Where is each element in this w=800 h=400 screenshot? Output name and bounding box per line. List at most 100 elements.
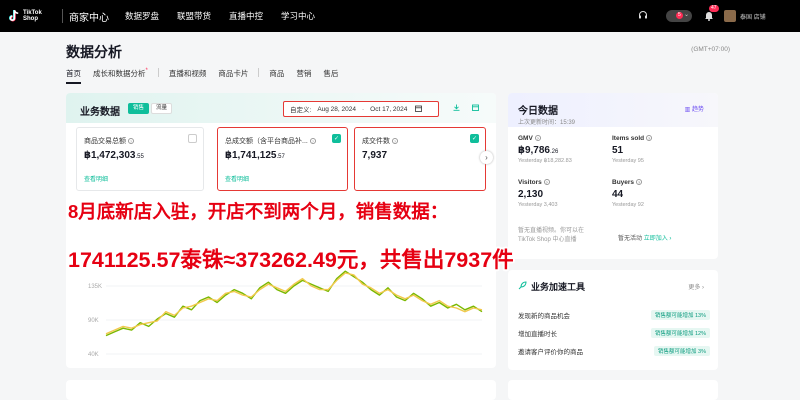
card-value: ฿1,472,303.55	[84, 150, 144, 161]
overlay-caption-line-1: 8月底新店入驻，开店不到两个月，销售数据：	[68, 201, 449, 222]
new-dot-icon: *	[145, 68, 148, 74]
tool-item[interactable]: 邀请客户评价你的商品 销售额可能增加 3%	[518, 346, 710, 358]
chip-sales[interactable]: 销售	[128, 103, 149, 114]
help-icon[interactable]: ?	[534, 135, 541, 141]
metric-yesterday: Yesterday 95	[612, 158, 644, 164]
business-data-title: 业务数据	[80, 107, 120, 118]
metric-items-sold[interactable]: Items sold? 51 Yesterday 95	[612, 135, 702, 164]
today-header: 今日数据 上次更新时间：15:39 ▥ 趋势	[508, 93, 718, 127]
bell-icon[interactable]: 47	[704, 4, 719, 23]
tool-item[interactable]: 增加直播时长 销售额可能增加 12%	[518, 328, 710, 340]
tab-products[interactable]: 商品	[269, 68, 284, 79]
metric-label: Visitors?	[518, 179, 608, 186]
message-button[interactable]: 5 ⌄	[666, 10, 692, 22]
store-name[interactable]: 泰国 店铺	[740, 12, 800, 21]
avatar[interactable]	[724, 10, 736, 22]
metric-label-text: Buyers	[612, 179, 635, 186]
divider	[62, 9, 63, 23]
view-details-link[interactable]: 查看明细	[225, 174, 249, 183]
card-checkbox[interactable]	[188, 134, 197, 143]
metric-value-main: ฿9,786	[518, 145, 550, 156]
card-value-main: ฿1,472,303	[84, 150, 136, 161]
chevron-right-icon: ›	[669, 236, 672, 242]
nav-learning-center[interactable]: 学习中心	[281, 10, 315, 22]
series-line-0	[105, 270, 483, 337]
metric-card-gmv[interactable]: 商品交易总额? ฿1,472,303.55 查看明细	[76, 127, 204, 191]
help-icon[interactable]: ?	[392, 138, 398, 144]
card-value-main: ฿1,741,125	[225, 150, 277, 161]
card-label: 总成交额（含平台商品补...?	[225, 136, 316, 146]
nav-live-control[interactable]: 直播中控	[229, 10, 263, 22]
date-start: Aug 28, 2024	[317, 105, 356, 113]
headset-icon[interactable]	[638, 10, 648, 22]
activity-prompt: 暂无活动 立即加入 ›	[618, 233, 671, 242]
tool-label: 发现新的商品机会	[518, 313, 570, 320]
series-line-1	[105, 272, 483, 335]
help-icon[interactable]: ?	[646, 135, 653, 141]
activity-prefix: 暂无活动	[618, 236, 643, 242]
chevron-down-icon: ⌄	[683, 12, 689, 18]
card-label-text: 总成交额（含平台商品补...	[225, 138, 308, 145]
chip-traffic[interactable]: 流量	[151, 103, 172, 114]
rocket-icon	[518, 281, 527, 292]
card-value: ฿1,741,125.57	[225, 150, 285, 161]
tiktok-shop-logo[interactable]: TikTok Shop	[8, 9, 60, 23]
metric-value-decimal: .26	[549, 149, 559, 155]
card-value-decimal: .55	[135, 154, 144, 160]
main-nav: 商家中心 数据罗盘 联盟带货 直播中控 学习中心	[69, 9, 333, 24]
tab-divider	[157, 68, 159, 77]
live-empty-text: 暂无直播视频。你可以在	[518, 228, 585, 234]
tools-title: 业务加速工具	[518, 280, 585, 293]
help-icon[interactable]: ?	[128, 138, 134, 144]
card-checkbox-checked[interactable]: ✓	[332, 134, 341, 143]
help-icon[interactable]: ?	[636, 179, 643, 185]
help-icon[interactable]: ?	[309, 138, 316, 144]
tab-after-sales[interactable]: 售后	[323, 68, 338, 79]
metric-label: GMV?	[518, 135, 608, 142]
date-label: 自定义:	[290, 107, 312, 114]
tab-growth-label: 成长和数据分析	[93, 69, 146, 78]
trend-label: 趋势	[691, 107, 704, 113]
metric-card-total-sales[interactable]: 总成交额（含平台商品补...? ✓ ฿1,741,125.57 查看明细	[217, 127, 348, 191]
nav-brand[interactable]: 商家中心	[69, 9, 109, 24]
chevron-right-icon[interactable]: ›	[480, 151, 493, 164]
metric-gmv[interactable]: GMV? ฿9,786.26 Yesterday ฿18,282.83	[518, 135, 608, 164]
today-title: 今日数据	[518, 106, 558, 117]
card-value: 7,937	[362, 150, 388, 161]
notification-badge: 47	[709, 4, 719, 12]
date-end: Oct 17, 2024	[370, 105, 408, 113]
help-icon[interactable]: ?	[543, 179, 550, 185]
view-details-link[interactable]: 查看明细	[84, 174, 108, 183]
metric-card-units-sold[interactable]: 成交件数? ✓ 7,937	[354, 127, 486, 191]
page-header: 数据分析 (GMT+07:00)	[0, 32, 800, 68]
date-range-picker[interactable]: 自定义: Aug 28, 2024 - Oct 17, 2024	[283, 101, 439, 117]
business-tools-panel: 业务加速工具 更多 › 发现新的商品机会 销售额可能增加 13% 增加直播时长 …	[508, 270, 718, 370]
page-tabs: 首页 成长和数据分析* 直播和视频 商品卡片 商品 营销 售后	[66, 68, 350, 84]
calendar-icon	[415, 105, 423, 114]
top-right-actions: 5 ⌄ 47 泰国 店铺	[638, 0, 800, 32]
timezone-label: (GMT+07:00)	[691, 46, 730, 53]
y-tick-label: 135K	[88, 284, 102, 290]
card-checkbox-checked[interactable]: ✓	[470, 134, 479, 143]
metric-label-text: GMV	[518, 135, 533, 142]
join-now-link[interactable]: 立即加入	[644, 236, 668, 242]
tab-home[interactable]: 首页	[66, 68, 81, 84]
tool-item[interactable]: 发现新的商品机会 销售额可能增加 13%	[518, 310, 710, 322]
metric-value: ฿9,786.26	[518, 145, 608, 156]
nav-data-compass[interactable]: 数据罗盘	[125, 10, 159, 22]
tools-title-text: 业务加速工具	[531, 282, 586, 292]
nav-affiliate[interactable]: 联盟带货	[177, 10, 211, 22]
card-label-text: 商品交易总额	[84, 138, 126, 145]
last-updated: 上次更新时间：15:39	[518, 120, 576, 126]
trend-link[interactable]: ▥ 趋势	[685, 104, 704, 113]
tab-live-video[interactable]: 直播和视频	[169, 68, 207, 79]
tab-product-card[interactable]: 商品卡片	[218, 68, 248, 79]
more-link[interactable]: 更多 ›	[688, 282, 704, 291]
logo-line-2: Shop	[23, 16, 38, 22]
card-label-text: 成交件数	[362, 138, 390, 145]
tab-marketing[interactable]: 营销	[296, 68, 311, 79]
download-icon[interactable]	[453, 104, 460, 113]
date-separator: -	[362, 105, 365, 113]
tab-growth[interactable]: 成长和数据分析*	[93, 68, 148, 79]
calendar-view-icon[interactable]	[472, 104, 479, 113]
